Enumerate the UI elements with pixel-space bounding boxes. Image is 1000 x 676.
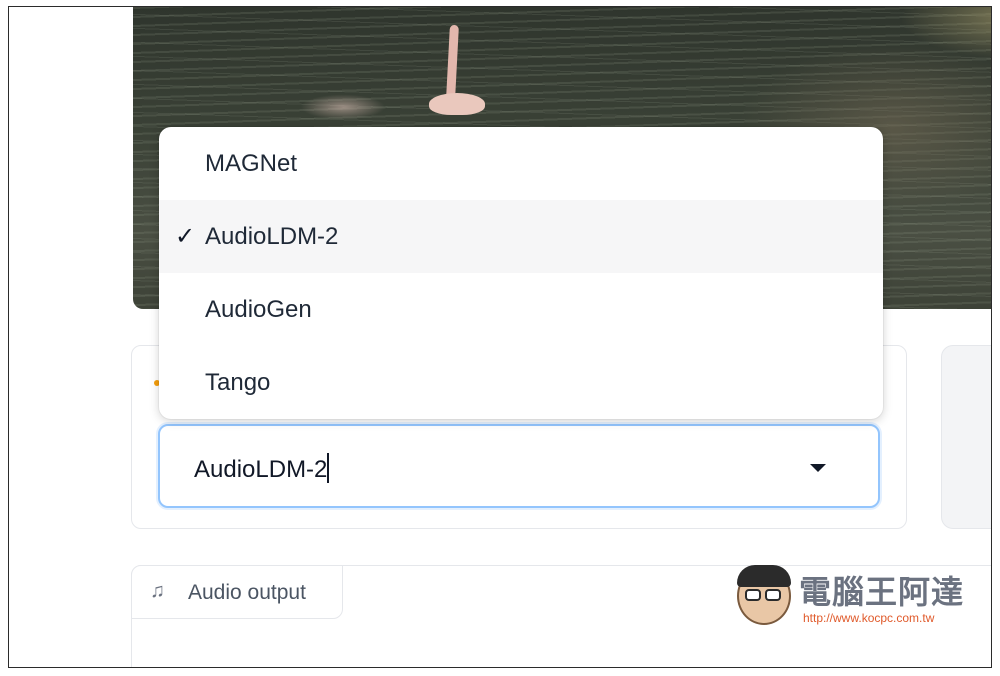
- side-panel: [941, 345, 991, 529]
- audio-output-label-text: Audio output: [188, 581, 306, 604]
- dropdown-option-label: AudioLDM-2: [205, 223, 339, 250]
- watermark-url: http://www.kocpc.com.tw: [803, 611, 935, 625]
- watermark: 電腦王阿達 http://www.kocpc.com.tw: [729, 563, 989, 633]
- text-cursor: [327, 453, 330, 483]
- mascot-glasses-icon: [765, 589, 781, 601]
- check-icon: ✓: [175, 223, 196, 250]
- mascot-hair-icon: [737, 565, 791, 587]
- dropdown-option-audiogen[interactable]: AudioGen: [159, 273, 883, 346]
- dropdown-option-label: Tango: [205, 369, 271, 396]
- dropdown-option-label: AudioGen: [205, 296, 312, 323]
- model-select-value[interactable]: AudioLDM-2: [194, 453, 330, 484]
- dropdown-option-tango[interactable]: Tango: [159, 346, 883, 419]
- bird-body-shape: [429, 93, 485, 115]
- chevron-down-icon[interactable]: [810, 464, 826, 472]
- model-dropdown-menu: MAGNet ✓ AudioLDM-2 AudioGen Tango: [159, 127, 883, 419]
- bird-neck-shape: [446, 24, 459, 100]
- dropdown-option-audioldm-2[interactable]: ✓ AudioLDM-2: [159, 200, 883, 273]
- watermark-title: 電腦王阿達: [799, 573, 965, 611]
- dropdown-option-label: MAGNet: [205, 150, 298, 177]
- model-select[interactable]: AudioLDM-2: [158, 424, 880, 508]
- screenshot-frame: AudioLDM-2 ♫ Audio output MAGNet ✓ Audio…: [8, 6, 992, 668]
- mascot-glasses-icon: [745, 589, 761, 601]
- audio-output-label: ♫ Audio output: [131, 565, 343, 619]
- music-note-icon: ♫: [150, 580, 165, 602]
- dropdown-option-magnet[interactable]: MAGNet: [159, 127, 883, 200]
